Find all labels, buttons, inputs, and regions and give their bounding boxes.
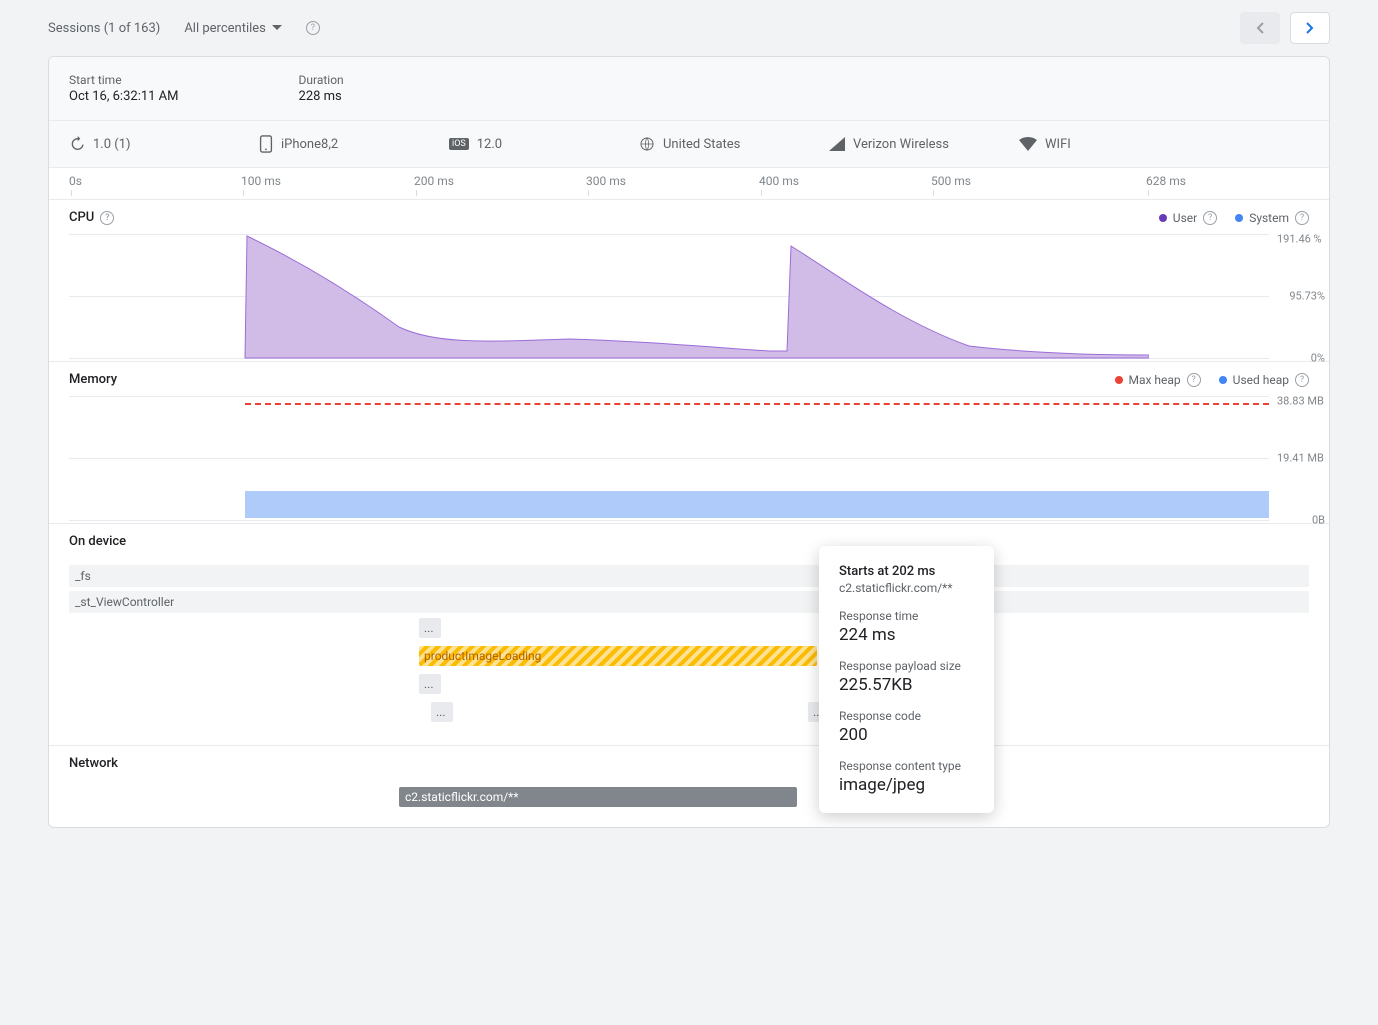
help-icon[interactable]: ?: [1295, 373, 1309, 387]
tick-6: 628 ms: [1146, 174, 1186, 196]
next-session-button[interactable]: [1290, 12, 1330, 44]
cpu-panel: CPU ? User? System? 191.46 % 95.73% 0%: [49, 200, 1329, 362]
help-icon[interactable]: ?: [306, 21, 320, 35]
start-time-value: Oct 16, 6:32:11 AM: [69, 89, 179, 104]
percentiles-dropdown[interactable]: All percentiles: [184, 21, 282, 36]
help-icon[interactable]: ?: [1295, 211, 1309, 225]
network-title: Network: [69, 756, 118, 771]
memory-title: Memory: [69, 372, 117, 387]
on-device-panel: On device _fs _st_ViewController ... pro…: [49, 524, 1329, 746]
legend-system: System: [1249, 211, 1289, 225]
tick-3: 300 ms: [586, 174, 626, 196]
help-icon[interactable]: ?: [100, 211, 114, 225]
on-device-title: On device: [69, 534, 126, 549]
cpu-area-chart: [69, 231, 1149, 361]
duration-value: 228 ms: [299, 89, 344, 104]
trace-segment[interactable]: ...: [431, 702, 453, 722]
network-segment[interactable]: c2.staticflickr.com/**: [399, 787, 797, 807]
legend-used-heap: Used heap: [1233, 373, 1289, 387]
help-icon[interactable]: ?: [1187, 373, 1201, 387]
start-time-label: Start time: [69, 73, 179, 87]
globe-icon: [639, 136, 655, 152]
tooltip-start: Starts at 202 ms: [839, 564, 974, 579]
tick-1: 100 ms: [241, 174, 281, 196]
tick-2: 200 ms: [414, 174, 454, 196]
tooltip-code-label: Response code: [839, 709, 974, 723]
mem-ylabel-1: 19.41 MB: [1277, 452, 1325, 465]
tooltip-type-value: image/jpeg: [839, 775, 974, 795]
duration-label: Duration: [299, 73, 344, 87]
network-type: WIFI: [1045, 137, 1071, 152]
chevron-down-icon: [272, 25, 282, 31]
cpu-ylabel-2: 0%: [1311, 352, 1325, 365]
tooltip-rt-value: 224 ms: [839, 625, 974, 645]
tooltip-rt-label: Response time: [839, 609, 974, 623]
memory-panel: Memory Max heap? Used heap? 38.83 MB 19.…: [49, 362, 1329, 524]
history-icon: [69, 136, 85, 152]
used-heap-area: [245, 491, 1269, 518]
trace-segment[interactable]: ...: [419, 674, 441, 694]
network-panel: Network c2.staticflickr.com/** Starts at…: [49, 746, 1329, 827]
carrier: Verizon Wireless: [853, 137, 949, 152]
tick-0: 0s: [69, 174, 82, 196]
signal-icon: [829, 137, 845, 151]
tooltip-code-value: 200: [839, 725, 974, 745]
percentiles-label: All percentiles: [184, 21, 266, 36]
wifi-icon: [1019, 137, 1037, 151]
prev-session-button[interactable]: [1240, 12, 1280, 44]
device-model: iPhone8,2: [281, 137, 338, 152]
sessions-counter: Sessions (1 of 163): [48, 21, 160, 36]
tooltip-url: c2.staticflickr.com/**: [839, 581, 974, 595]
tooltip-payload-value: 225.57KB: [839, 675, 974, 695]
os-version: 12.0: [477, 137, 502, 152]
session-header: Start time Oct 16, 6:32:11 AM Duration 2…: [49, 57, 1329, 121]
trace-segment[interactable]: ...: [419, 618, 441, 638]
legend-max-heap: Max heap: [1129, 373, 1181, 387]
ios-badge: iOS: [449, 138, 469, 150]
device-info-bar: 1.0 (1) iPhone8,2 iOS 12.0 United States…: [49, 121, 1329, 168]
cpu-ylabel-1: 95.73%: [1289, 290, 1325, 303]
network-tooltip: Starts at 202 ms c2.staticflickr.com/** …: [819, 546, 994, 813]
tooltip-type-label: Response content type: [839, 759, 974, 773]
memory-chart: 38.83 MB 19.41 MB 0B: [49, 393, 1329, 523]
max-heap-line: [245, 403, 1269, 405]
help-icon[interactable]: ?: [1203, 211, 1217, 225]
trace-row-viewcontroller[interactable]: _st_ViewController: [69, 591, 1309, 613]
country: United States: [663, 137, 740, 152]
chevron-left-icon: [1256, 22, 1264, 34]
tooltip-payload-label: Response payload size: [839, 659, 974, 673]
timeline-axis: 0s 100 ms 200 ms 300 ms 400 ms 500 ms 62…: [49, 168, 1329, 200]
tick-4: 400 ms: [759, 174, 799, 196]
chevron-right-icon: [1306, 22, 1314, 34]
tick-5: 500 ms: [931, 174, 971, 196]
cpu-chart: 191.46 % 95.73% 0%: [49, 231, 1329, 361]
trace-productimage[interactable]: productImageLoading: [419, 646, 817, 666]
phone-icon: [259, 135, 273, 153]
trace-row-fs[interactable]: _fs: [69, 565, 1309, 587]
app-version: 1.0 (1): [93, 137, 131, 152]
cpu-title: CPU: [69, 210, 94, 225]
mem-ylabel-0: 38.83 MB: [1277, 395, 1325, 408]
legend-user: User: [1173, 211, 1197, 225]
cpu-ylabel-0: 191.46 %: [1277, 233, 1325, 246]
